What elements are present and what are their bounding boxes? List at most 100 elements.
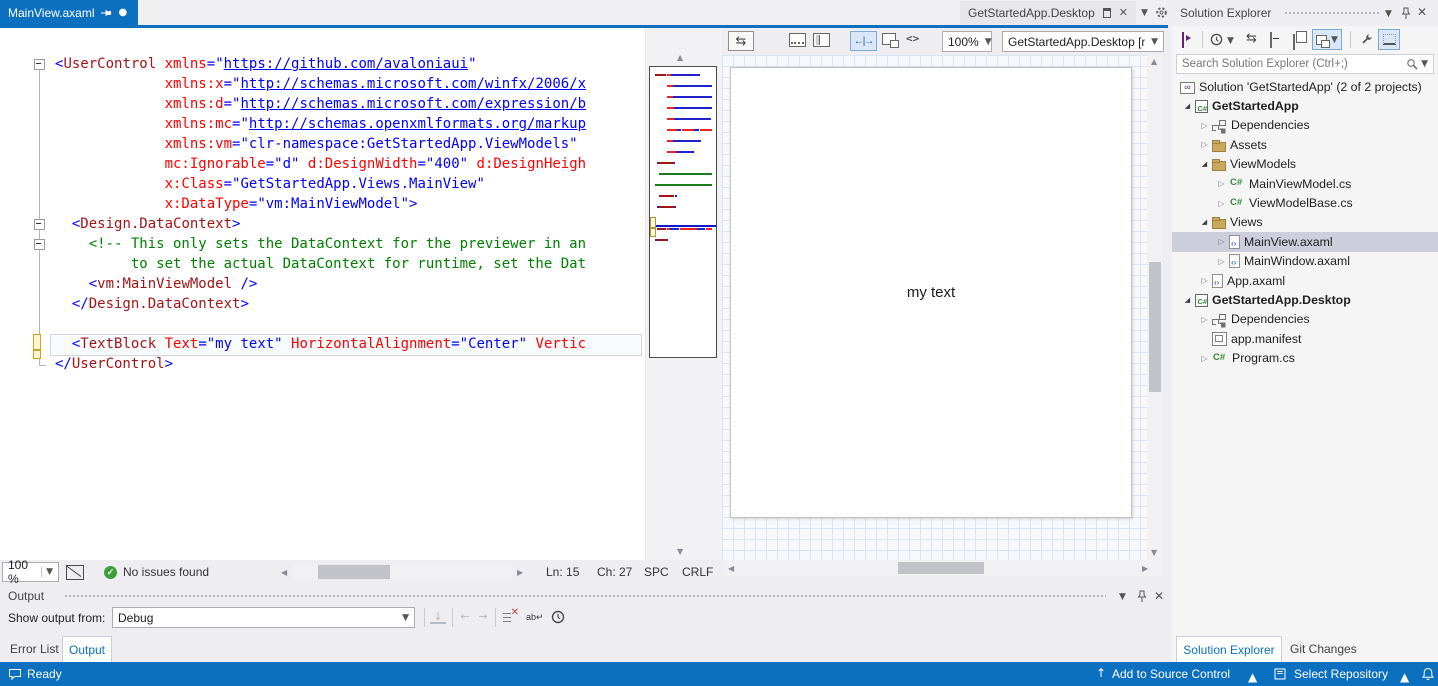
chevron-collapsed-icon[interactable]: ▷	[1214, 199, 1229, 208]
tree-item-mainwindow-axaml[interactable]: ▷MainWindow.axaml	[1172, 252, 1438, 271]
tree-item-app-axaml[interactable]: ▷App.axaml	[1172, 271, 1438, 290]
scrollbar-thumb[interactable]	[898, 562, 984, 574]
preview-canvas[interactable]: my text	[730, 67, 1132, 518]
collapse-all-icon[interactable]	[1270, 32, 1272, 48]
chevron-up-icon[interactable]: ▲	[1248, 670, 1257, 684]
line-ending-indicator[interactable]: CRLF	[682, 565, 713, 579]
output-source-combo[interactable]: Debug▼	[112, 607, 415, 628]
fold-collapse-icon[interactable]	[34, 219, 45, 230]
select-repository-button[interactable]: Select Repository	[1294, 667, 1388, 681]
chevron-expanded-icon[interactable]: ◢	[1197, 218, 1212, 226]
properties-icon[interactable]	[1293, 34, 1295, 50]
close-icon[interactable]: ✕	[1154, 589, 1164, 603]
editor-horizontal-scrollbar[interactable]	[292, 565, 513, 579]
scroll-down-icon[interactable]: ▼	[1151, 548, 1157, 557]
tree-item-getstartedapp[interactable]: ◢GetStartedApp	[1172, 96, 1438, 115]
tab-solution-explorer[interactable]: Solution Explorer	[1176, 636, 1282, 663]
code-line[interactable]: xmlns:x="http://schemas.microsoft.com/wi…	[0, 74, 586, 94]
chevron-down-icon[interactable]: ▼	[1385, 9, 1392, 19]
tree-item-getstartedapp-desktop[interactable]: ◢GetStartedApp.Desktop	[1172, 290, 1438, 309]
floating-doc-header[interactable]: GetStartedApp.Desktop ✕	[960, 1, 1136, 24]
tree-item-viewmodels[interactable]: ◢ViewModels	[1172, 155, 1438, 174]
add-to-source-control-button[interactable]: Add to Source Control	[1112, 667, 1230, 681]
sync-icon[interactable]: ⇆	[1246, 31, 1257, 46]
code-line[interactable]: xmlns:mc="http://schemas.openxmlformats.…	[0, 114, 586, 134]
scroll-down-icon[interactable]: ▼	[677, 547, 683, 556]
code-line[interactable]: <Design.DataContext>	[0, 214, 586, 234]
chevron-collapsed-icon[interactable]: ▷	[1197, 121, 1212, 130]
goto-message-icon[interactable]: ↓	[430, 609, 446, 624]
tree-item-mainview-axaml[interactable]: ▷MainView.axaml	[1172, 232, 1438, 251]
code-line[interactable]: <!-- This only sets the DataContext for …	[0, 234, 586, 254]
designer-disabled-icon[interactable]	[66, 565, 84, 580]
solution-explorer-header[interactable]: Solution Explorer ▼ ✕	[1172, 0, 1438, 26]
word-wrap-icon[interactable]: ab↵	[526, 612, 544, 623]
chevron-down-icon[interactable]: ▼	[1421, 59, 1428, 69]
minimap[interactable]	[649, 66, 717, 358]
chevron-collapsed-icon[interactable]: ▷	[1197, 276, 1212, 285]
preview-horizontal-scrollbar[interactable]: ◀ ▶	[722, 560, 1163, 576]
feedback-icon[interactable]	[8, 668, 22, 681]
tab-error-list[interactable]: Error List	[10, 642, 59, 656]
tree-item-mainviewmodel-cs[interactable]: ▷MainViewModel.cs	[1172, 174, 1438, 193]
code-line[interactable]: <TextBlock Text="my text" HorizontalAlig…	[0, 334, 586, 354]
code-line[interactable]: xmlns:d="http://schemas.microsoft.com/ex…	[0, 94, 586, 114]
pending-changes-filter-icon[interactable]	[1210, 33, 1223, 46]
search-icon[interactable]	[1406, 58, 1418, 70]
code-line[interactable]: xmlns:vm="clr-namespace:GetStartedApp.Vi…	[0, 134, 586, 154]
new-window-button[interactable]	[882, 33, 896, 45]
fold-collapse-icon[interactable]	[34, 239, 45, 250]
close-icon[interactable]: ✕	[1119, 6, 1128, 19]
tree-item-dependencies[interactable]: ▷Dependencies	[1172, 310, 1438, 329]
previous-message-icon[interactable]: ←	[457, 609, 473, 625]
spaces-indicator[interactable]: SPC	[644, 565, 669, 579]
code-line[interactable]: </Design.DataContext>	[0, 294, 586, 314]
code-line[interactable]: </UserControl>	[0, 354, 586, 374]
scroll-right-icon[interactable]: ▶	[517, 568, 523, 577]
scroll-left-icon[interactable]: ◀	[281, 568, 287, 577]
designer-target-combo[interactable]: GetStartedApp.Desktop [net7.0]▼	[1002, 31, 1164, 52]
chevron-down-icon[interactable]: ▼	[1119, 592, 1126, 602]
panel-drag-handle[interactable]	[1284, 11, 1380, 16]
solution-search-box[interactable]: Search Solution Explorer (Ctrl+;) ▼	[1176, 54, 1434, 74]
chevron-collapsed-icon[interactable]: ▷	[1214, 179, 1229, 188]
tab-output[interactable]: Output	[62, 636, 112, 663]
code-line[interactable]: to set the actual DataContext for runtim…	[0, 254, 586, 274]
chevron-collapsed-icon[interactable]: ▷	[1197, 315, 1212, 324]
horizontal-split-button[interactable]	[789, 33, 806, 47]
sync-with-active-document-button[interactable]: ▼	[1312, 29, 1342, 50]
scroll-up-icon[interactable]: ▲	[1151, 57, 1157, 66]
chevron-down-icon[interactable]: ▼	[1227, 36, 1234, 46]
code-line[interactable]: <UserControl xmlns="https://github.com/a…	[0, 54, 586, 74]
timestamp-clock-icon[interactable]	[551, 610, 565, 624]
switch-views-icon[interactable]	[1182, 32, 1184, 48]
pin-icon[interactable]	[1137, 590, 1147, 603]
close-icon[interactable]: ✕	[1417, 5, 1427, 19]
pin-icon[interactable]	[100, 8, 112, 18]
code-view-button[interactable]: <>	[906, 32, 919, 45]
tree-item-solution-getstartedapp-2-of-2-projects[interactable]: Solution 'GetStartedApp' (2 of 2 project…	[1172, 77, 1438, 96]
designer-zoom-combo[interactable]: 100%▼	[942, 31, 992, 52]
clear-all-icon[interactable]: ✕	[502, 610, 518, 624]
tree-item-app-manifest[interactable]: app.manifest	[1172, 329, 1438, 348]
tab-git-changes[interactable]: Git Changes	[1290, 642, 1357, 656]
code-line[interactable]	[0, 314, 586, 334]
chevron-expanded-icon[interactable]: ◢	[1197, 160, 1212, 168]
code-line[interactable]: <vm:MainViewModel />	[0, 274, 586, 294]
editor-zoom-combo[interactable]: 100 %▼	[2, 562, 59, 582]
preview-selected-items-button[interactable]	[1378, 29, 1400, 50]
scroll-up-icon[interactable]: ▲	[677, 53, 683, 62]
tree-item-dependencies[interactable]: ▷Dependencies	[1172, 116, 1438, 135]
chevron-collapsed-icon[interactable]: ▷	[1197, 354, 1212, 363]
tree-item-views[interactable]: ◢Views	[1172, 213, 1438, 232]
preview-vertical-scrollbar[interactable]: ▲ ▼	[1147, 55, 1163, 560]
chevron-expanded-icon[interactable]: ◢	[1180, 102, 1195, 110]
code-line[interactable]: x:Class="GetStartedApp.Views.MainView"	[0, 174, 586, 194]
swap-views-button[interactable]: ←|→	[850, 31, 877, 51]
xaml-editor[interactable]: <UserControl xmlns="https://github.com/a…	[0, 28, 645, 560]
code-area[interactable]: <UserControl xmlns="https://github.com/a…	[0, 54, 586, 374]
tree-item-program-cs[interactable]: ▷Program.cs	[1172, 348, 1438, 367]
wrench-icon[interactable]	[1360, 33, 1373, 46]
fold-collapse-icon[interactable]	[34, 59, 45, 70]
chevron-down-icon[interactable]: ▼	[1141, 8, 1148, 18]
